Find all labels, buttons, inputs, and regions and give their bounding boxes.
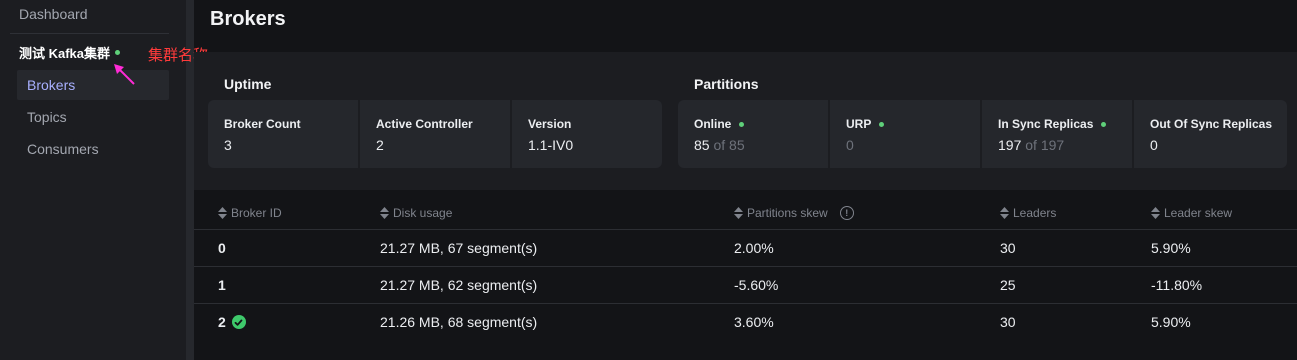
column-header-label: Partitions skew — [747, 206, 828, 220]
sidebar-item-brokers[interactable]: Brokers — [17, 70, 169, 100]
card-label: URP — [846, 117, 872, 131]
leaders-cell: 30 — [1000, 314, 1016, 330]
card-value: 0 — [1150, 137, 1158, 153]
card-label: Version — [528, 117, 572, 131]
uptime-section-title: Uptime — [224, 76, 272, 92]
card-value: 1.1-IV0 — [528, 137, 574, 153]
disk-usage-cell: 21.27 MB, 62 segment(s) — [380, 277, 538, 293]
card-label-row: URP — [846, 117, 980, 131]
leader-skew-cell: -11.80% — [1151, 277, 1203, 293]
sidebar-item-topics[interactable]: Topics — [17, 102, 169, 132]
column-header-leaders[interactable]: Leaders — [1000, 206, 1056, 220]
page-title: Brokers — [210, 8, 286, 30]
cluster-status-dot-icon — [115, 50, 121, 55]
broker-count-card: Broker Count 3 — [208, 100, 358, 168]
broker-id-cell[interactable]: 2 — [218, 314, 246, 330]
info-icon[interactable]: ! — [839, 206, 854, 220]
card-value-row: 197 of 197 — [998, 137, 1132, 153]
column-header-label: Disk usage — [393, 206, 453, 220]
column-header-leader-skew[interactable]: Leader skew — [1151, 206, 1232, 220]
card-value-row: 85 of 85 — [694, 137, 828, 153]
card-value: 3 — [224, 137, 232, 153]
card-label-row: Online — [694, 117, 828, 131]
sort-icon — [734, 207, 743, 219]
partitions-skew-cell: 2.00% — [734, 240, 774, 256]
disk-usage-cell: 21.27 MB, 67 segment(s) — [380, 240, 538, 256]
partitions-skew-cell: -5.60% — [734, 277, 779, 293]
card-value: 85 — [694, 137, 710, 153]
card-value: 197 — [998, 137, 1022, 153]
in-sync-replicas-card: In Sync Replicas 197 of 197 — [982, 100, 1132, 168]
column-header-label: Broker ID — [231, 206, 282, 220]
card-value-suffix: of 85 — [713, 137, 745, 153]
leader-skew-cell: 5.90% — [1151, 240, 1191, 256]
table-row[interactable]: 2 21.26 MB, 68 segment(s) 3.60% 30 5.90% — [194, 303, 1297, 340]
table-row[interactable]: 0 21.27 MB, 67 segment(s) 2.00% 30 5.90% — [194, 229, 1297, 266]
leader-skew-cell: 5.90% — [1151, 314, 1191, 330]
partitions-skew-cell: 3.60% — [734, 314, 774, 330]
column-header-partitions-skew[interactable]: Partitions skew ! — [734, 206, 854, 220]
card-label: Broker Count — [224, 117, 301, 131]
column-header-disk-usage[interactable]: Disk usage — [380, 206, 452, 220]
out-of-sync-replicas-card: Out Of Sync Replicas 0 — [1134, 100, 1287, 168]
urp-card: URP 0 — [830, 100, 980, 168]
cluster-name-label: 测试 Kafka集群 — [19, 46, 111, 61]
card-label: In Sync Replicas — [998, 117, 1094, 131]
leaders-cell: 30 — [1000, 240, 1016, 256]
broker-id-cell[interactable]: 0 — [218, 240, 226, 256]
sort-icon — [1000, 207, 1009, 219]
annotation-arrow-icon — [114, 64, 135, 85]
broker-id-value: 2 — [218, 314, 226, 330]
active-controller-card: Active Controller 2 — [360, 100, 510, 168]
card-label-row: In Sync Replicas — [998, 117, 1132, 131]
column-header-broker-id[interactable]: Broker ID — [218, 206, 282, 220]
cluster-name[interactable]: 测试 Kafka集群 — [19, 43, 121, 62]
table-row[interactable]: 1 21.27 MB, 62 segment(s) -5.60% 25 -11.… — [194, 266, 1297, 303]
card-value-suffix: of 197 — [1025, 137, 1065, 153]
sidebar-item-consumers[interactable]: Consumers — [17, 134, 169, 164]
leaders-cell: 25 — [1000, 277, 1016, 293]
status-dot-icon — [739, 121, 745, 127]
status-dot-icon — [879, 121, 885, 127]
card-label: Online — [694, 117, 732, 131]
version-card: Version 1.1-IV0 — [512, 100, 662, 168]
online-card: Online 85 of 85 — [678, 100, 828, 168]
brokers-table: Broker ID Disk usage Partitions skew ! L… — [194, 190, 1297, 360]
status-dot-icon — [1101, 121, 1107, 127]
column-header-label: Leaders — [1013, 206, 1057, 220]
sort-icon — [218, 207, 227, 219]
check-circle-icon — [231, 315, 246, 329]
sort-icon — [380, 207, 389, 219]
card-label: Active Controller — [376, 117, 473, 131]
nav-dashboard[interactable]: Dashboard — [19, 6, 88, 22]
card-value: 0 — [846, 137, 854, 153]
disk-usage-cell: 21.26 MB, 68 segment(s) — [380, 314, 538, 330]
broker-id-cell[interactable]: 1 — [218, 277, 226, 293]
card-label: Out Of Sync Replicas — [1150, 117, 1273, 131]
column-header-label: Leader skew — [1164, 206, 1233, 220]
card-value: 2 — [376, 137, 384, 153]
sort-icon — [1151, 207, 1160, 219]
partitions-section-title: Partitions — [694, 76, 759, 92]
nav-divider — [10, 33, 169, 34]
